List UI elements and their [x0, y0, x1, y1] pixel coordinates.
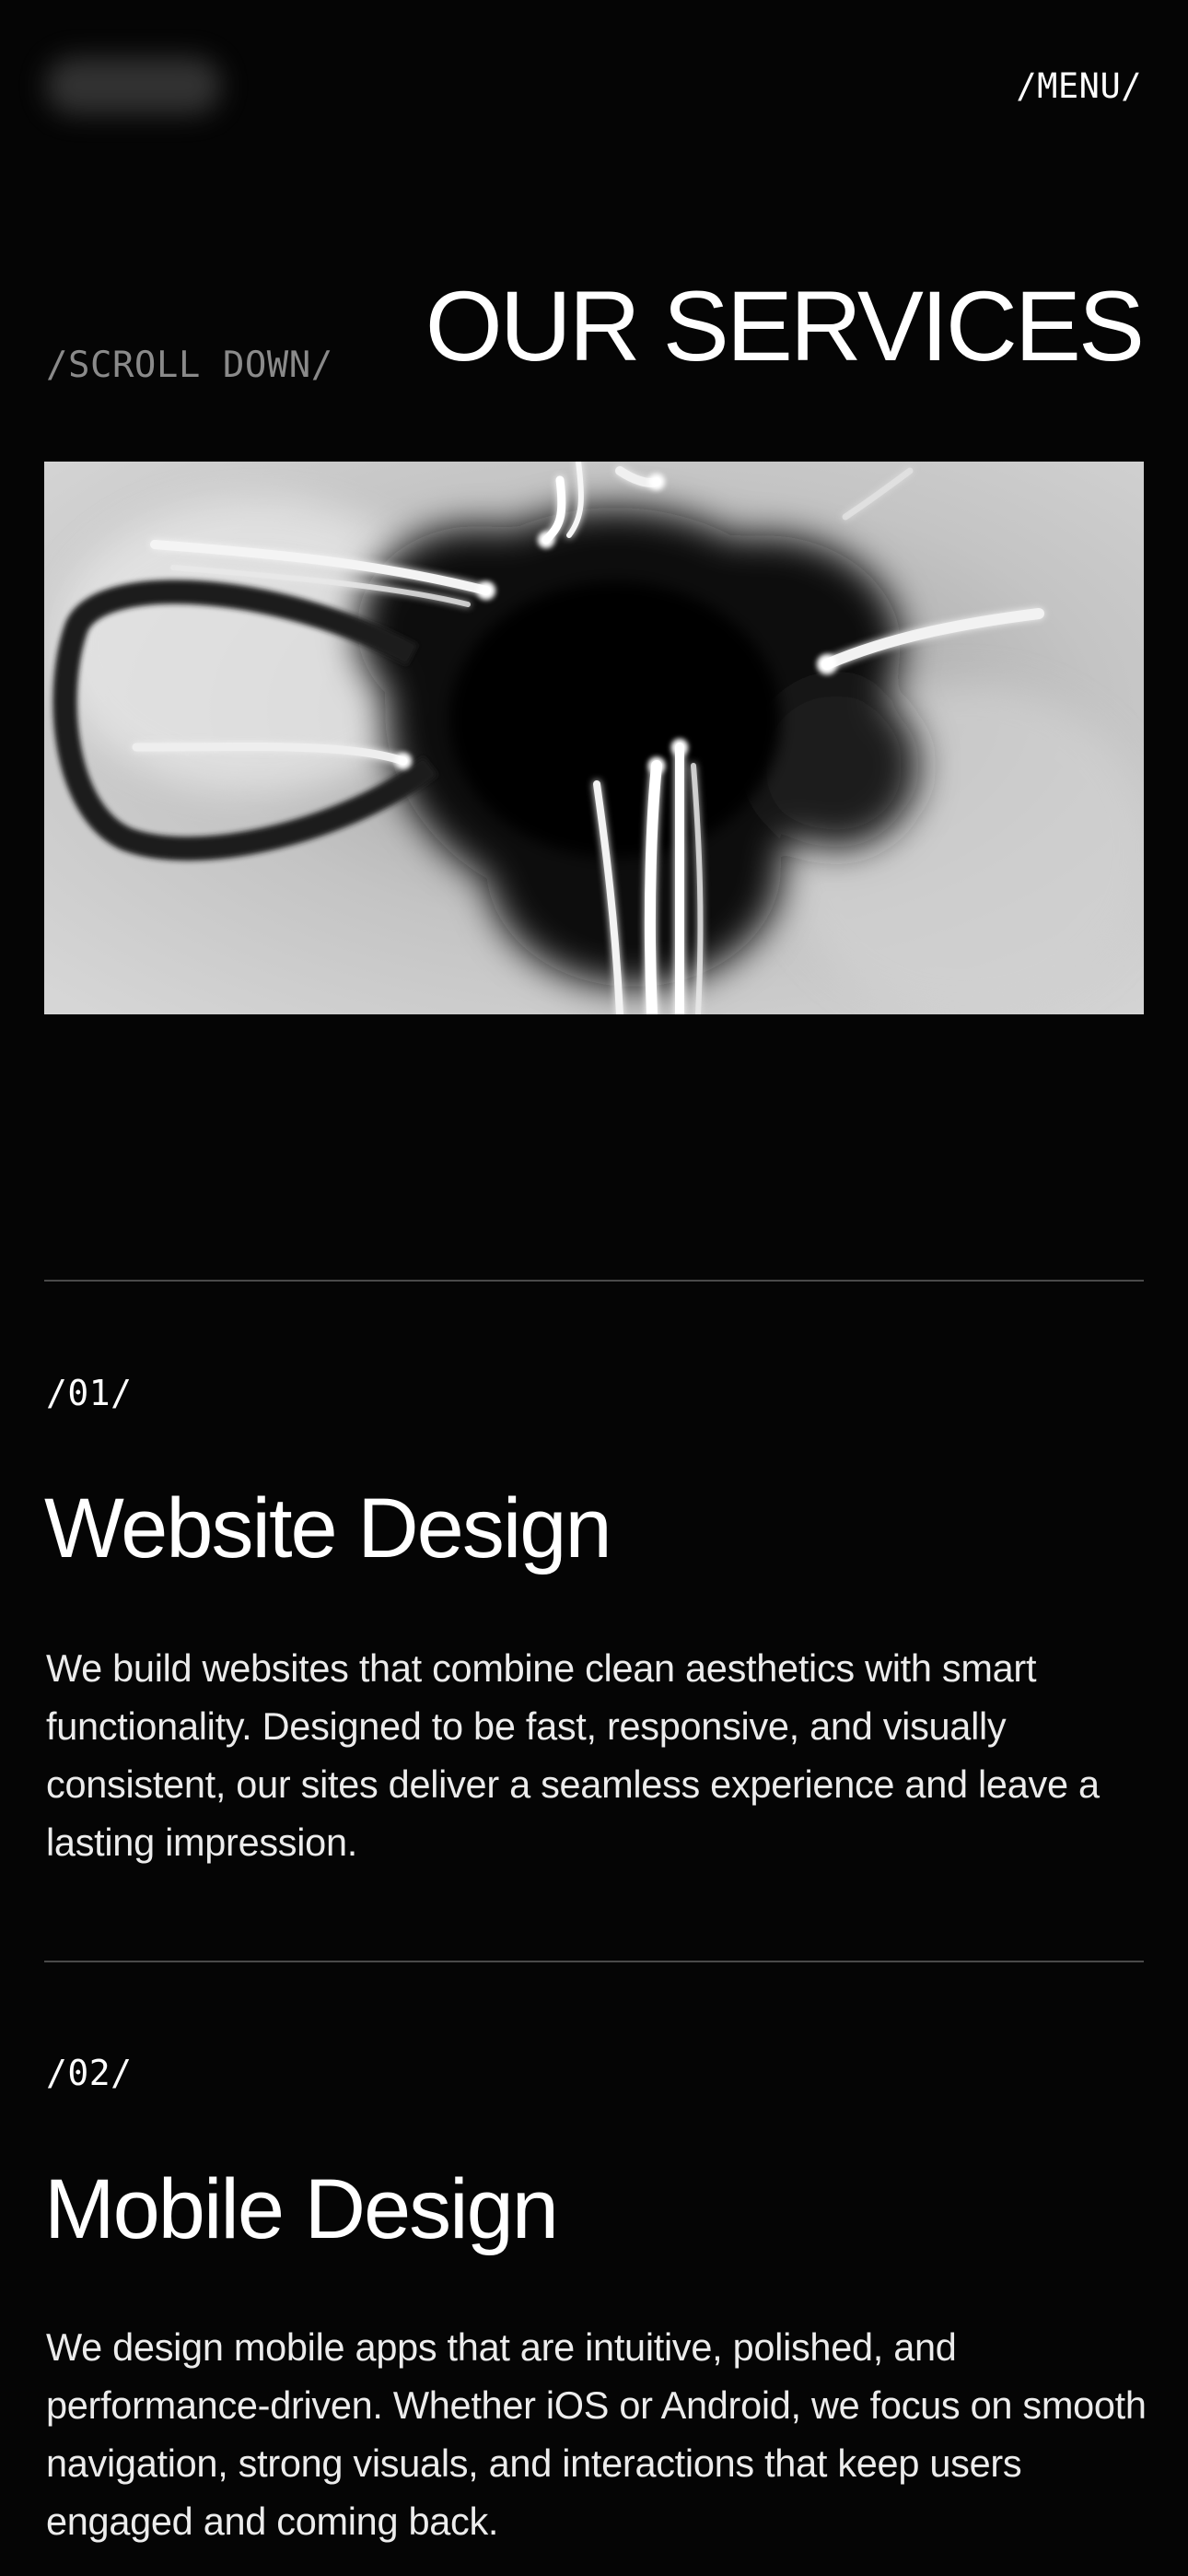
service-description: We design mobile apps that are intuitive…: [46, 2325, 1147, 2543]
scroll-down-hint: /SCROLL DOWN/: [46, 345, 333, 386]
section-divider: [44, 1280, 1144, 1282]
page-title: OUR SERVICES: [425, 270, 1145, 381]
abstract-light-streaks-image: [44, 462, 1144, 1014]
hero-image: [44, 462, 1144, 1014]
service-title: Website Design: [44, 1481, 612, 1575]
service-description: We build websites that combine clean aes…: [46, 1646, 1100, 1864]
service-title: Mobile Design: [44, 2162, 559, 2256]
service-number: /02/: [46, 2053, 133, 2093]
service-number: /01/: [46, 1373, 133, 1413]
menu-button[interactable]: /MENU/: [1016, 66, 1142, 106]
section-divider: [44, 1961, 1144, 1962]
logo[interactable]: [46, 57, 221, 114]
